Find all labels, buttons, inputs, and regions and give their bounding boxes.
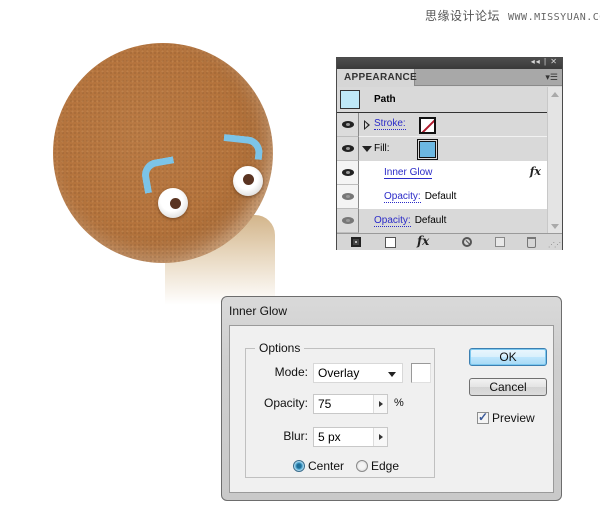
tab-appearance[interactable]: APPEARANCE xyxy=(337,69,417,86)
visibility-toggle[interactable] xyxy=(337,113,359,137)
path-thumbnail xyxy=(340,90,360,109)
mode-label: Mode: xyxy=(274,365,308,379)
panel-titlebar[interactable]: ◂◂ | ✕ xyxy=(337,57,562,69)
add-new-stroke-icon[interactable] xyxy=(351,237,361,247)
fill-opacity-row[interactable]: Opacity: Default xyxy=(337,185,547,209)
opacity-slider-arrow-icon[interactable] xyxy=(373,395,387,413)
panel-tab-bar: APPEARANCE ▾☰ xyxy=(337,69,562,86)
pupil-right xyxy=(243,174,254,185)
scroll-up-icon[interactable] xyxy=(551,92,559,97)
object-opacity-link[interactable]: Opacity: xyxy=(374,215,411,227)
visibility-toggle[interactable] xyxy=(337,161,359,185)
eye-icon xyxy=(342,169,354,176)
delete-item-icon[interactable] xyxy=(527,237,536,248)
eye-icon xyxy=(342,145,354,152)
fill-label: Fill: xyxy=(374,143,390,154)
appearance-panel: ◂◂ | ✕ APPEARANCE ▾☰ Path Stroke: Fill: … xyxy=(336,57,563,250)
eye-left xyxy=(158,188,188,218)
fx-icon: fx xyxy=(529,165,541,178)
appearance-list: Path Stroke: Fill: Inner Glow fx Opacity… xyxy=(337,87,547,233)
add-new-effect-icon[interactable]: fx xyxy=(417,234,429,248)
resize-grip-icon[interactable]: ⋰⋰ xyxy=(548,241,561,249)
mode-value: Overlay xyxy=(318,366,360,380)
radio-unselected-icon xyxy=(356,460,368,472)
mode-select[interactable]: Overlay xyxy=(313,363,403,383)
panel-footer: fx ⋰⋰ xyxy=(337,233,562,250)
preview-label: Preview xyxy=(492,411,535,425)
panel-scrollbar[interactable] xyxy=(547,87,562,233)
blur-slider-arrow-icon[interactable] xyxy=(373,428,387,446)
duplicate-item-icon[interactable] xyxy=(495,237,505,247)
opacity-label: Opacity: xyxy=(263,396,308,410)
opacity-value: 75 xyxy=(318,397,332,411)
add-new-fill-icon[interactable] xyxy=(385,237,396,248)
opacity-unit: % xyxy=(394,397,404,409)
inner-glow-row[interactable]: Inner Glow fx xyxy=(337,161,547,185)
blur-label: Blur: xyxy=(283,429,308,443)
visibility-toggle[interactable] xyxy=(337,209,359,233)
edge-radio[interactable]: Edge xyxy=(356,459,399,473)
ok-button[interactable]: OK xyxy=(469,348,547,366)
checkbox-checked-icon xyxy=(477,410,489,424)
clear-appearance-icon[interactable] xyxy=(462,237,472,247)
radio-selected-icon xyxy=(293,460,305,472)
visibility-toggle[interactable] xyxy=(337,137,359,161)
blur-input[interactable]: 5 px xyxy=(313,427,388,447)
collapse-icon[interactable]: ◂◂ xyxy=(531,57,541,66)
center-label: Center xyxy=(308,459,345,473)
opacity-input[interactable]: 75 xyxy=(313,394,388,414)
stroke-row[interactable]: Stroke: xyxy=(337,113,547,137)
watermark-url: WWW.MISSYUAN.COM xyxy=(508,12,600,23)
glow-color-swatch[interactable] xyxy=(411,363,431,383)
center-radio[interactable]: Center xyxy=(293,459,344,473)
path-label: Path xyxy=(374,94,396,105)
stroke-link[interactable]: Stroke: xyxy=(374,118,406,130)
path-row[interactable]: Path xyxy=(337,87,547,113)
fill-opacity-value: Default xyxy=(424,191,457,202)
object-opacity-value: Default xyxy=(414,215,447,226)
visibility-toggle[interactable] xyxy=(337,185,359,209)
watermark-site-name: 思缘设计论坛 xyxy=(425,9,501,23)
preview-checkbox[interactable]: Preview xyxy=(477,410,535,425)
close-icon[interactable]: ✕ xyxy=(550,57,558,66)
options-group: Options Mode: Overlay Opacity: 75 % Blur… xyxy=(245,341,435,478)
chevron-down-icon xyxy=(388,372,396,377)
fill-opacity-link[interactable]: Opacity: xyxy=(384,191,421,203)
object-opacity-row[interactable]: Opacity: Default xyxy=(337,209,547,233)
inner-glow-link[interactable]: Inner Glow xyxy=(384,167,433,179)
edge-label: Edge xyxy=(371,459,400,473)
gingerbread-illustration xyxy=(40,40,300,305)
watermark: 思缘设计论坛 WWW.MISSYUAN.COM xyxy=(425,7,600,24)
pupil-left xyxy=(170,198,181,209)
fill-swatch[interactable] xyxy=(417,139,438,160)
panel-controls: ◂◂ | ✕ xyxy=(530,57,558,66)
eye-right xyxy=(233,166,263,196)
inner-glow-dialog: Inner Glow Options Mode: Overlay Opacity… xyxy=(221,296,562,501)
stroke-swatch-none[interactable] xyxy=(419,117,436,134)
fill-row[interactable]: Fill: xyxy=(337,137,547,161)
eye-icon xyxy=(342,193,354,200)
collapse-triangle-icon[interactable] xyxy=(362,146,372,152)
eye-icon xyxy=(342,217,354,224)
eye-icon xyxy=(342,121,354,128)
expand-triangle-icon[interactable] xyxy=(364,120,370,130)
dialog-title: Inner Glow xyxy=(229,304,288,318)
blur-value: 5 px xyxy=(318,430,341,444)
options-legend: Options xyxy=(255,341,305,355)
cancel-button[interactable]: Cancel xyxy=(469,378,547,396)
panel-menu-icon[interactable]: ▾☰ xyxy=(545,72,558,83)
dialog-body: Options Mode: Overlay Opacity: 75 % Blur… xyxy=(229,325,554,493)
scroll-down-icon[interactable] xyxy=(551,224,559,229)
